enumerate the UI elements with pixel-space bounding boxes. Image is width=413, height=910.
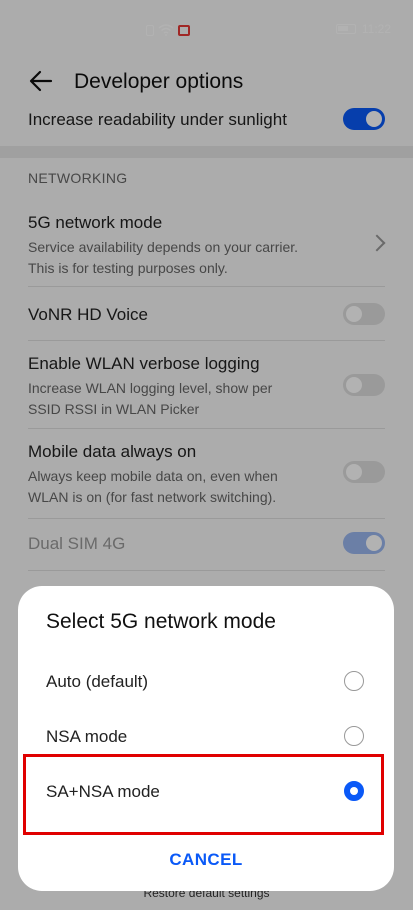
option-label: NSA mode <box>46 727 128 746</box>
highlight-box <box>23 754 384 835</box>
dialog-title: Select 5G network mode <box>46 610 276 633</box>
radio-button[interactable] <box>344 726 364 746</box>
radio-button[interactable] <box>344 671 364 691</box>
option-label: Auto (default) <box>46 672 149 691</box>
option-auto-default[interactable]: Auto (default) <box>18 655 394 710</box>
select-5g-mode-dialog: Select 5G network mode Auto (default) NS… <box>18 586 394 891</box>
cancel-button[interactable]: CANCEL <box>18 850 394 870</box>
